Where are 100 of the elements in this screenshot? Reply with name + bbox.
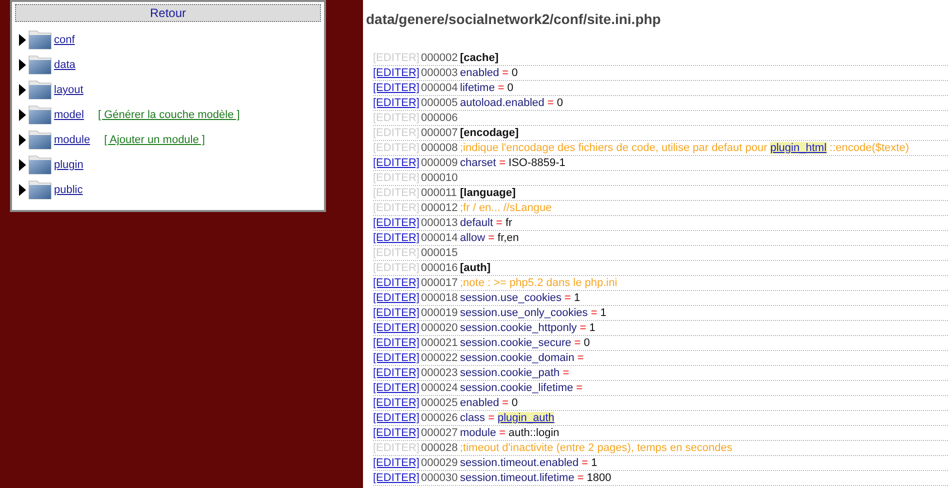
equals-sign: = — [496, 217, 502, 229]
class-link[interactable]: plugin_auth — [498, 412, 554, 424]
setting-key: session.cookie_secure — [460, 337, 572, 349]
setting-key: session.cookie_domain — [460, 352, 574, 364]
equals-sign: = — [502, 67, 509, 79]
setting-key: session.timeout.lifetime — [460, 472, 574, 484]
line-number: 000014 — [421, 232, 459, 244]
folder-link[interactable]: public — [54, 184, 83, 196]
setting-key: module — [460, 427, 496, 439]
setting-key: session.cookie_httponly — [460, 322, 577, 334]
folder-icon — [28, 80, 52, 100]
folder-icon — [28, 130, 52, 150]
equals-sign: = — [562, 367, 570, 379]
setting-key: session.cookie_path — [460, 367, 560, 379]
back-button[interactable]: Retour — [15, 4, 321, 22]
setting-key: session.use_cookies — [460, 292, 562, 304]
line-number: 000023 — [421, 367, 459, 379]
value-text: auth::login — [508, 427, 560, 439]
setting-key: allow — [460, 232, 486, 244]
value-text: 0 — [507, 82, 514, 94]
expand-arrow-icon[interactable] — [18, 184, 26, 196]
line-number: 000003 — [421, 67, 459, 79]
equals-sign: = — [590, 307, 598, 319]
value-text: 0 — [584, 337, 590, 349]
line-number: 000017 — [421, 277, 459, 289]
line-number: 000010 — [421, 172, 459, 184]
section-header: [auth] — [460, 262, 491, 274]
equals-sign: = — [580, 322, 586, 334]
action-link[interactable]: [ Ajouter un module ] — [104, 134, 205, 146]
equals-sign: = — [574, 337, 581, 349]
expand-arrow-icon[interactable] — [18, 34, 26, 46]
equals-sign: = — [547, 97, 554, 109]
folder-link[interactable]: plugin — [54, 159, 84, 171]
expand-arrow-icon[interactable] — [18, 109, 26, 121]
expand-arrow-icon[interactable] — [18, 59, 26, 71]
value-text: 1 — [600, 307, 606, 319]
setting-key: enabled — [460, 397, 500, 409]
comment-text: ;indique l'encodage des fichiers de code, utilise par defaut pour — [460, 142, 768, 154]
line-number: 000015 — [421, 247, 459, 259]
line-number: 000021 — [421, 337, 459, 349]
setting-key: lifetime — [460, 82, 495, 94]
line-number: 000002 — [421, 52, 459, 64]
folder-icon — [28, 30, 52, 50]
equals-sign: = — [488, 232, 495, 244]
equals-sign: = — [577, 472, 584, 484]
line-number: 000004 — [421, 82, 459, 94]
file-path-title: data/genere/socialnetwork2/conf/site.ini.php — [366, 11, 662, 27]
line-number: 000019 — [421, 307, 459, 319]
folder-link[interactable]: model — [54, 109, 84, 121]
folder-icon — [28, 155, 52, 175]
equals-sign: = — [564, 292, 571, 304]
section-header: [cache] — [460, 52, 499, 64]
equals-sign: = — [582, 457, 588, 469]
line-number: 000029 — [421, 457, 459, 469]
line-number: 000022 — [421, 352, 459, 364]
value-text: 1 — [591, 457, 598, 469]
line-number: 000030 — [421, 472, 459, 484]
value-text: 1 — [574, 292, 580, 304]
section-header: [language] — [460, 187, 516, 199]
folder-link[interactable]: layout — [54, 84, 84, 96]
expand-arrow-icon[interactable] — [18, 159, 26, 171]
folder-link[interactable]: conf — [54, 34, 75, 46]
line-number: 000024 — [421, 382, 459, 394]
setting-key: session.timeout.enabled — [460, 457, 579, 469]
line-number: 000016 — [421, 262, 459, 274]
value-text: 0 — [556, 97, 563, 109]
value-text: 1800 — [586, 472, 612, 484]
line-number: 000026 — [421, 412, 459, 424]
line-number: 000005 — [421, 97, 459, 109]
expand-arrow-icon[interactable] — [18, 134, 26, 146]
equals-sign: = — [577, 352, 584, 364]
line-number: 000009 — [421, 157, 459, 169]
line-number: 000006 — [421, 112, 459, 124]
comment-text: ;note : >= php5.2 dans le php.ini — [460, 277, 618, 289]
line-number: 000007 — [421, 127, 459, 139]
setting-key: class — [460, 412, 486, 424]
folder-link[interactable]: module — [54, 134, 90, 146]
expand-arrow-icon[interactable] — [18, 84, 26, 96]
setting-key: enabled — [460, 67, 500, 79]
setting-key: autoload.enabled — [460, 97, 544, 109]
line-number: 000025 — [421, 397, 459, 409]
folder-icon — [28, 55, 52, 75]
line-number: 000020 — [421, 322, 459, 334]
comment-text: ;timeout d'inactivite (entre 2 pages), temps en secondes — [460, 442, 732, 454]
value-text: fr,en — [498, 232, 519, 244]
comment-text: ;fr / en... //sLangue — [460, 202, 552, 214]
folder-link[interactable]: data — [54, 59, 76, 71]
value-text: fr — [505, 217, 512, 229]
equals-sign: = — [499, 427, 506, 439]
action-link[interactable]: [ Générer la couche modèle ] — [98, 109, 240, 121]
equals-sign: = — [499, 157, 506, 169]
section-header: [encodage] — [460, 127, 519, 139]
folder-icon — [28, 105, 52, 125]
setting-key: session.use_only_cookies — [460, 307, 588, 319]
equals-sign: = — [502, 397, 509, 409]
line-number: 000008 — [421, 142, 459, 154]
setting-key: default — [460, 217, 494, 229]
equals-sign: = — [498, 82, 504, 94]
equals-sign: = — [576, 382, 583, 394]
class-link[interactable]: plugin_html — [770, 142, 827, 154]
